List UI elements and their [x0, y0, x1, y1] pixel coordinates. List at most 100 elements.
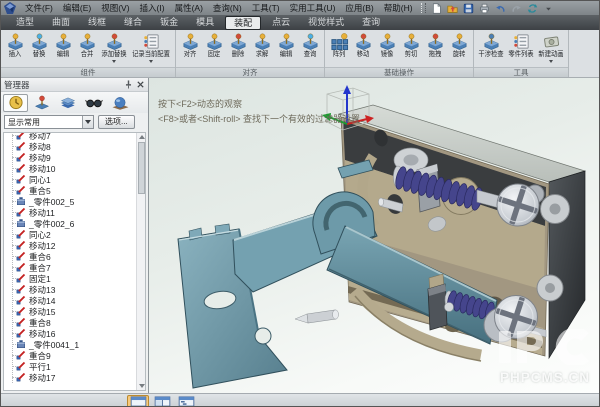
menu-item-6[interactable]: 工具(T) [247, 1, 285, 15]
scene-icon[interactable] [107, 94, 132, 112]
app-logo-icon [4, 2, 16, 14]
ribbon-button-label: 旋转 [453, 51, 466, 59]
menu-item-7[interactable]: 实用工具(U) [285, 1, 341, 15]
menu-item-8[interactable]: 应用(B) [340, 1, 378, 15]
ribbon-button-合并[interactable]: 合并 [75, 32, 99, 59]
open-icon[interactable] [446, 2, 460, 14]
ribbon-button-label: 剪切 [405, 51, 418, 59]
ribbon-button-剪切[interactable]: 剪切 [399, 32, 423, 59]
ribbon-button-固定[interactable]: 固定 [202, 32, 226, 59]
menu-item-4[interactable]: 属性(A) [170, 1, 208, 15]
ribbon-button-插入[interactable]: 插入 [3, 32, 27, 59]
manager-panel: 管理器 显示常用 选项... 移动7移动8移动9移动10同心1重合5_零件002… [1, 78, 149, 393]
ribbon-button-删除[interactable]: 删除 [226, 32, 250, 59]
menu-item-1[interactable]: 编辑(E) [58, 1, 96, 15]
display-filter-dropdown[interactable]: 显示常用 [4, 115, 94, 129]
menu-bar: 文件(F)编辑(E)视图(V)插入(I)属性(A)查询(N)工具(T)实用工具(… [1, 1, 599, 15]
main-area: 管理器 显示常用 选项... 移动7移动8移动9移动10同心1重合5_零件002… [1, 78, 599, 393]
ribbon-tab-线框[interactable]: 线框 [79, 15, 115, 30]
ribbon-tab-装配[interactable]: 装配 [225, 16, 261, 30]
tree-item-移动17[interactable]: 移动17 [4, 372, 145, 383]
assembly-tree: 移动7移动8移动9移动10同心1重合5_零件002_5移动11_零件002_6同… [3, 132, 146, 391]
ribbon-button-求解[interactable]: 求解 [250, 32, 274, 59]
menu-item-9[interactable]: 帮助(H) [379, 1, 418, 15]
ribbon-button-label: 编辑 [280, 51, 293, 59]
ribbon-button-镜像[interactable]: 镜像 [375, 32, 399, 59]
ribbon-button-label: 固定 [208, 51, 221, 59]
scroll-up-icon[interactable] [138, 133, 145, 141]
menu-item-3[interactable]: 插入(I) [135, 1, 170, 15]
viewport-3d[interactable]: 按下<F2>动态的观察 <F8>或者<Shift-roll> 查找下一个有效的过… [149, 78, 599, 393]
ribbon-button-label: 记录当前配置 [132, 51, 170, 59]
ribbon-tab-点云[interactable]: 点云 [263, 15, 299, 30]
ribbon-button-编辑[interactable]: 编辑 [51, 32, 75, 59]
print-icon[interactable] [478, 2, 492, 14]
ribbon-button-label: 移动 [357, 51, 370, 59]
new-document-icon[interactable] [430, 2, 444, 14]
ribbon-button-对齐[interactable]: 对齐 [178, 32, 202, 59]
menu-item-5[interactable]: 查询(N) [208, 1, 247, 15]
ribbon-button-label: 编辑 [57, 51, 70, 59]
hint-line-2: <F8>或者<Shift-roll> 查找下一个有效的过滤器设置. [158, 112, 363, 127]
ribbon-tab-造型[interactable]: 造型 [7, 15, 43, 30]
undo-icon[interactable] [494, 2, 508, 14]
ribbon-button-零件列表[interactable]: 零件列表 [506, 32, 536, 59]
layout-tree-icon[interactable] [175, 395, 197, 407]
history-icon[interactable] [3, 94, 28, 112]
ribbon-button-label: 添加替换 [101, 51, 126, 59]
ribbon-button-label: 删除 [232, 51, 245, 59]
scrollbar-thumb[interactable] [138, 142, 145, 194]
ribbon-button-旋转[interactable]: 旋转 [447, 32, 471, 59]
dropdown-caret-icon [82, 116, 93, 128]
ribbon-button-新建动画[interactable]: 新建动画 [536, 32, 566, 63]
ribbon-button-记录当前配置[interactable]: 记录当前配置 [129, 32, 173, 63]
ribbon-button-label: 拖拽 [429, 51, 442, 59]
ribbon-button-label: 阵列 [333, 51, 346, 59]
viewport-hint: 按下<F2>动态的观察 <F8>或者<Shift-roll> 查找下一个有效的过… [158, 97, 363, 127]
ribbon-button-移动[interactable]: 移动 [351, 32, 375, 59]
ribbon-tab-查询[interactable]: 查询 [353, 15, 389, 30]
glasses-icon[interactable] [81, 94, 106, 112]
ribbon-tab-钣金[interactable]: 钣金 [151, 15, 187, 30]
tree-scrollbar[interactable] [136, 133, 145, 390]
ribbon-button-添加替换[interactable]: 添加替换 [99, 32, 129, 63]
ribbon-button-干涉检查[interactable]: 干涉检查 [476, 32, 506, 59]
layout-cascade-icon[interactable] [127, 395, 149, 407]
joystick-icon[interactable] [29, 94, 54, 112]
scroll-down-icon[interactable] [138, 382, 145, 390]
toolbar-grip [421, 3, 426, 13]
ribbon-button-替换[interactable]: 替换 [27, 32, 51, 59]
ribbon-button-label: 镜像 [381, 51, 394, 59]
redo-icon[interactable] [510, 2, 524, 14]
ribbon-tab-视觉样式[interactable]: 视觉样式 [299, 15, 353, 30]
ribbon-button-label: 插入 [9, 51, 22, 59]
pin-icon[interactable] [123, 80, 133, 90]
ribbon-group-label: 对齐 [176, 67, 324, 77]
watermark-text: PHPCMS.CN [497, 370, 593, 385]
ribbon-button-label: 零件列表 [508, 51, 533, 59]
refresh-icon[interactable] [526, 2, 540, 14]
save-icon[interactable] [462, 2, 476, 14]
ribbon-button-阵列[interactable]: 阵列 [327, 32, 351, 59]
ribbon-group-label: 基础操作 [325, 67, 473, 77]
ribbon-button-查询[interactable]: 查询 [298, 32, 322, 59]
ribbon-tab-缝合[interactable]: 缝合 [115, 15, 151, 30]
ribbon-button-拖拽[interactable]: 拖拽 [423, 32, 447, 59]
ribbon-button-编辑[interactable]: 编辑 [274, 32, 298, 59]
layout-split-icon[interactable] [151, 395, 173, 407]
panel-tab-bar [1, 92, 148, 113]
constraint-icon [16, 369, 29, 387]
options-button[interactable]: 选项... [98, 115, 135, 129]
ribbon-button-label: 合并 [81, 51, 94, 59]
more-dropdown-icon[interactable] [542, 2, 556, 14]
ribbon-tab-模具[interactable]: 模具 [187, 15, 223, 30]
menu-item-0[interactable]: 文件(F) [20, 1, 58, 15]
ribbon-tab-曲面[interactable]: 曲面 [43, 15, 79, 30]
caxa-window: 文件(F)编辑(E)视图(V)插入(I)属性(A)查询(N)工具(T)实用工具(… [0, 0, 600, 407]
ribbon-group-label: 工具 [474, 67, 568, 77]
menu-item-2[interactable]: 视图(V) [96, 1, 134, 15]
panel-close-icon[interactable] [135, 80, 145, 90]
ribbon-group-基础操作: 阵列 移动 镜像 剪切 拖拽 旋转基础操作 [325, 30, 474, 77]
layers-icon[interactable] [55, 94, 80, 112]
panel-title: 管理器 [4, 79, 121, 91]
